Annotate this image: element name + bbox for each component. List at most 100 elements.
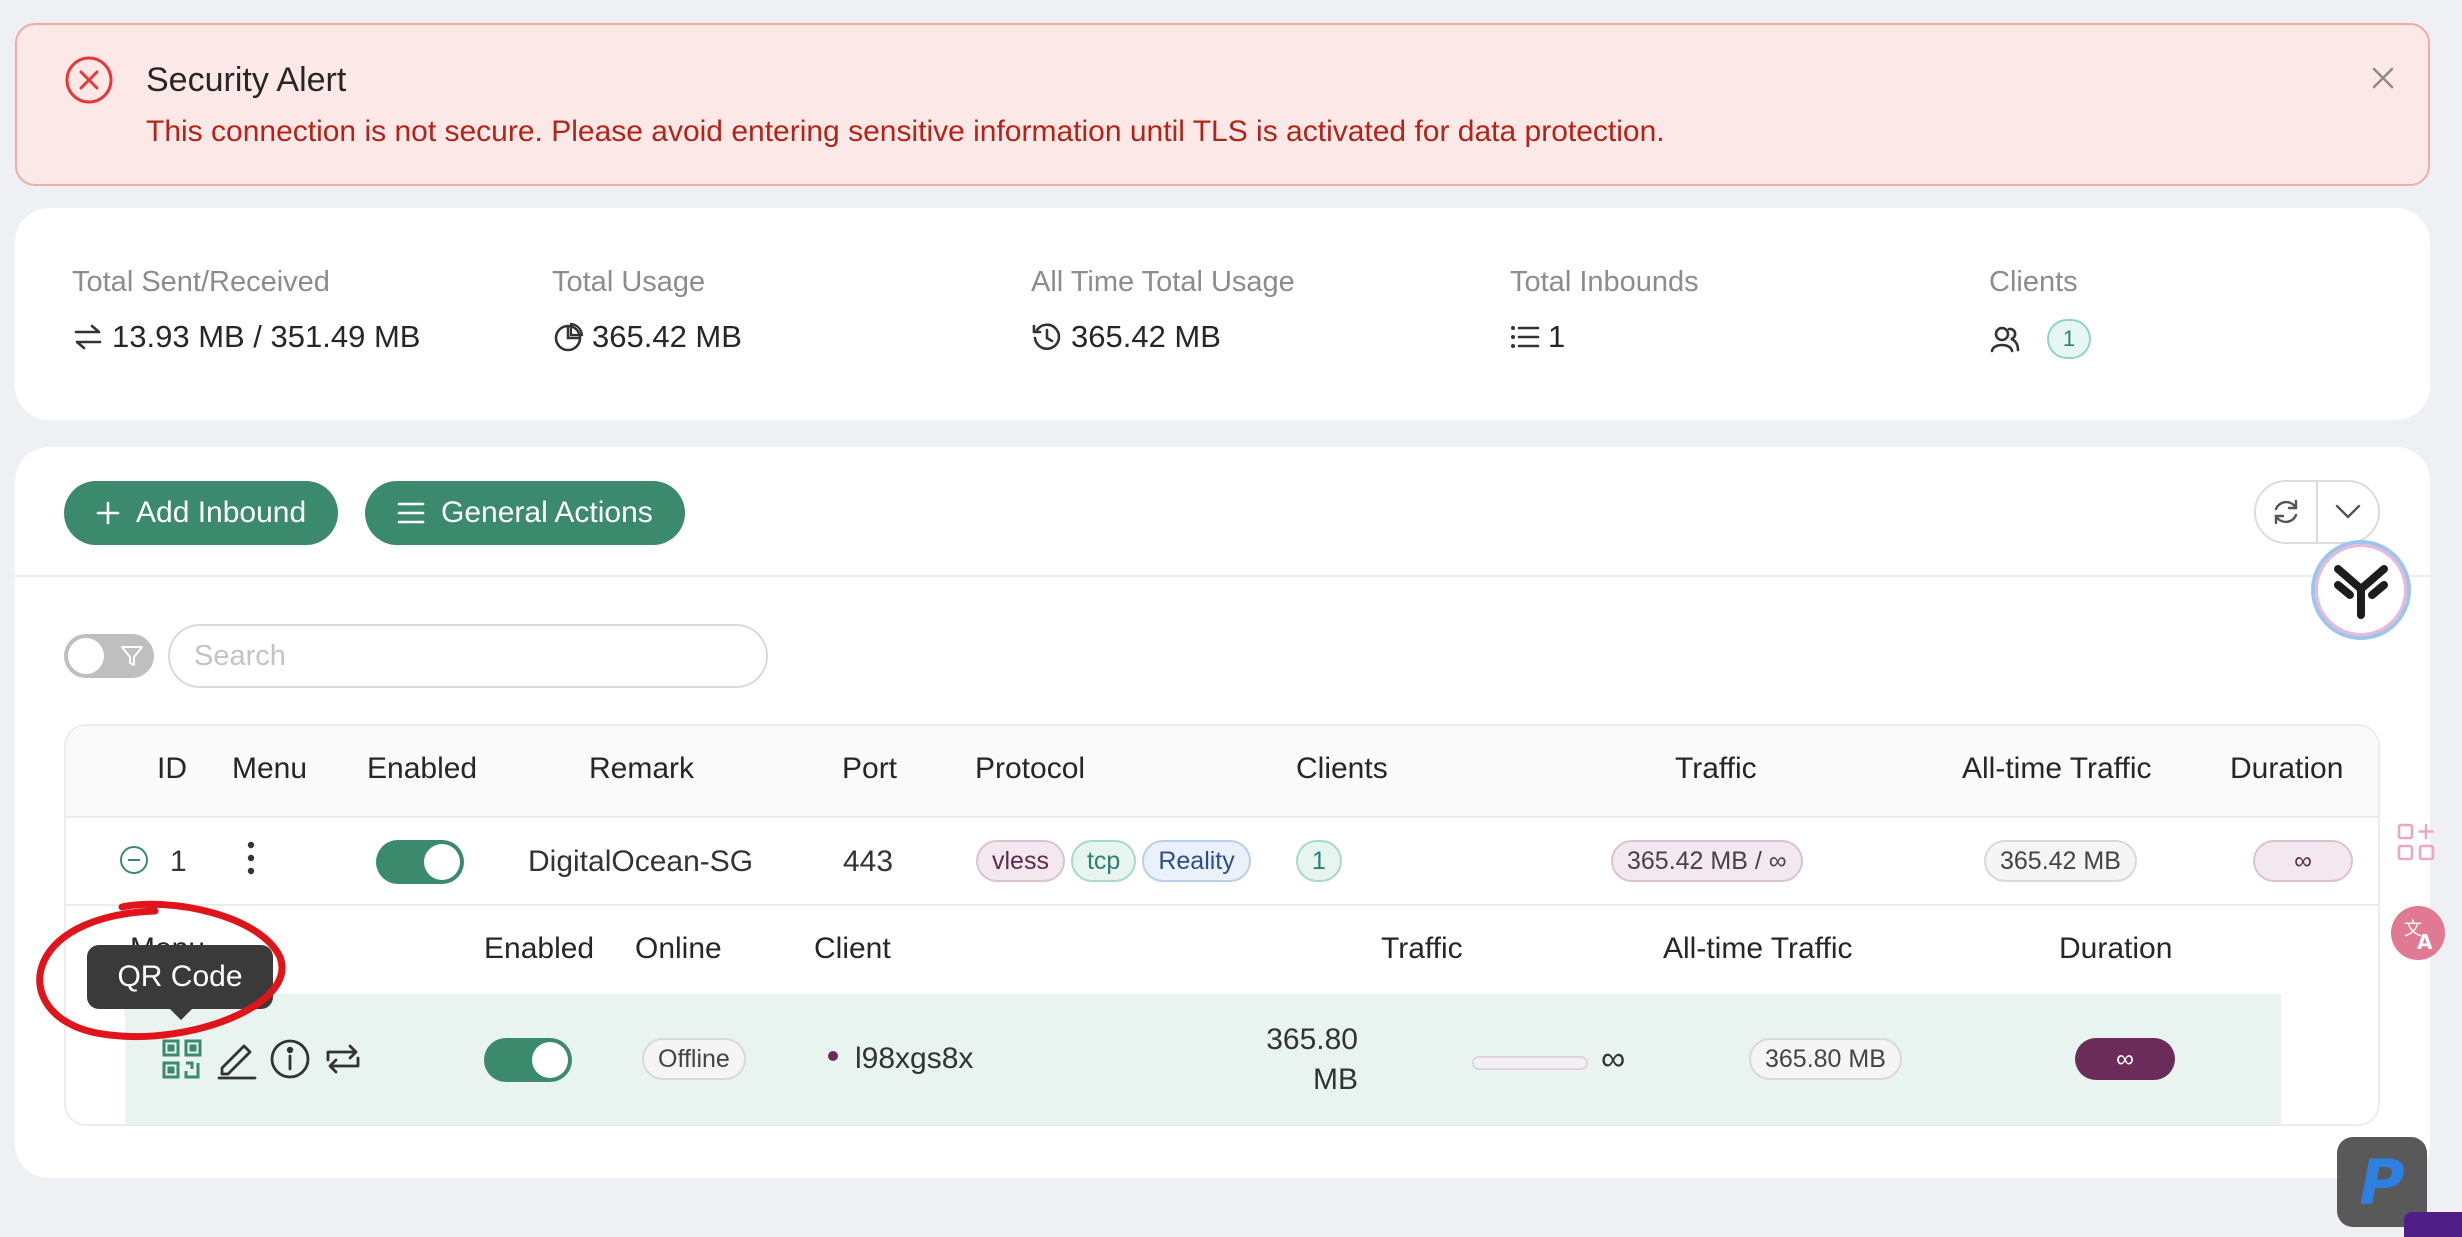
corner-widget[interactable] — [2404, 1212, 2462, 1237]
column-header-client: Client — [814, 932, 891, 965]
stat-total-usage: Total Usage 365.42 MB — [552, 266, 742, 355]
alert-message: This connection is not secure. Please av… — [146, 115, 1665, 148]
refresh-button[interactable] — [2256, 482, 2316, 542]
alert-title: Security Alert — [146, 61, 347, 99]
clients-count-badge: 1 — [2047, 319, 2091, 359]
svg-text:A: A — [2417, 930, 2433, 954]
history-icon — [1031, 321, 1063, 353]
traffic-used-unit: MB — [1313, 1063, 1358, 1096]
inbounds-table: ID Menu Enabled Remark Port Protocol Cli… — [64, 724, 2380, 1126]
stat-value: 13.93 MB / 351.49 MB — [112, 319, 421, 354]
stat-total-inbounds: Total Inbounds 1 — [1510, 266, 1699, 355]
assistant-logo-button[interactable] — [2311, 540, 2411, 640]
list-icon — [1510, 324, 1540, 350]
column-header-menu: Menu — [232, 752, 308, 785]
stat-label: Total Usage — [552, 266, 706, 298]
column-header-remark: Remark — [589, 752, 695, 785]
users-icon — [1989, 323, 2021, 355]
stat-value: 365.42 MB — [592, 319, 742, 354]
inbound-remark: DigitalOcean-SG — [528, 845, 754, 878]
client-duration-tag: ∞ — [2075, 1038, 2175, 1080]
general-actions-button[interactable]: General Actions — [365, 481, 685, 545]
translate-icon[interactable]: 文A — [2390, 905, 2446, 961]
column-header-online: Online — [635, 932, 722, 965]
error-circle-icon — [64, 55, 114, 105]
clients-count-badge: 1 — [1296, 840, 1342, 882]
column-header-port: Port — [842, 752, 898, 785]
retweet-icon — [322, 1038, 364, 1080]
close-icon[interactable] — [2370, 65, 2396, 91]
stat-label: Total Sent/Received — [72, 266, 330, 298]
qr-code-button[interactable] — [161, 1038, 203, 1080]
pie-chart-icon — [552, 321, 584, 353]
column-header-traffic: Traffic — [1675, 752, 1757, 785]
refresh-icon — [2271, 497, 2301, 527]
all-time-traffic-tag: 365.42 MB — [1984, 840, 2137, 882]
stats-card: Total Sent/Received 13.93 MB / 351.49 MB… — [15, 208, 2430, 420]
column-header-duration: Duration — [2059, 932, 2173, 965]
plus-icon — [96, 501, 120, 525]
client-row: Offline l98xgs8x 365.80 MB ∞ 365.80 MB ∞ — [125, 994, 2281, 1124]
reset-traffic-button[interactable] — [322, 1038, 364, 1080]
stat-clients: Clients 1 — [1989, 266, 2091, 359]
toolbar-divider — [15, 575, 2430, 577]
transport-tag: tcp — [1070, 840, 1137, 882]
client-enabled-switch[interactable] — [484, 1038, 572, 1082]
table-row: 1 DigitalOcean-SG 443 vless tcp Reality … — [66, 818, 2378, 906]
duration-tag: ∞ — [2253, 840, 2353, 882]
table-header: ID Menu Enabled Remark Port Protocol Cli… — [66, 726, 2378, 818]
add-inbound-label: Add Inbound — [136, 496, 307, 529]
qr-code-icon — [161, 1038, 203, 1080]
swap-icon — [72, 323, 104, 351]
status-dot — [828, 1051, 838, 1061]
apps-add-icon[interactable] — [2396, 822, 2436, 862]
stat-total-sent-received: Total Sent/Received 13.93 MB / 351.49 MB — [72, 266, 420, 355]
filter-icon — [120, 644, 144, 668]
traffic-limit: ∞ — [1601, 1040, 1626, 1078]
chevron-down-icon — [2335, 504, 2361, 520]
row-menu-button[interactable] — [246, 840, 256, 876]
inbound-enabled-switch[interactable] — [376, 840, 464, 884]
column-header-enabled: Enabled — [484, 932, 595, 965]
security-tag: Reality — [1142, 840, 1251, 882]
column-header-traffic: Traffic — [1381, 932, 1463, 965]
stat-all-time-total-usage: All Time Total Usage 365.42 MB — [1031, 266, 1295, 355]
stat-label: Clients — [1989, 266, 2078, 298]
stat-value: 1 — [1548, 319, 1566, 354]
traffic-used-value: 365.80 — [1266, 1023, 1358, 1056]
inbound-port: 443 — [843, 845, 894, 878]
refresh-options-dropdown[interactable] — [2316, 482, 2378, 542]
inbounds-card: Add Inbound General Actions ID Menu — [15, 447, 2430, 1178]
column-header-clients: Clients — [1296, 752, 1388, 785]
collapse-row-button[interactable] — [120, 846, 148, 874]
column-header-all-time-traffic: All-time Traffic — [1962, 752, 2152, 785]
menu-icon — [397, 501, 425, 525]
general-actions-label: General Actions — [441, 496, 653, 529]
more-vertical-icon — [246, 840, 256, 876]
traffic-tag: 365.42 MB / ∞ — [1611, 840, 1803, 882]
column-header-enabled: Enabled — [367, 752, 478, 785]
inbound-id: 1 — [170, 845, 187, 878]
clients-subtable-header: Menu Enabled Online Client Traffic All-t… — [66, 906, 2378, 994]
column-header-duration: Duration — [2230, 752, 2344, 785]
client-info-button[interactable] — [269, 1038, 311, 1080]
qr-code-tooltip: QR Code — [87, 945, 273, 1020]
column-header-protocol: Protocol — [975, 752, 1086, 785]
column-header-all-time-traffic: All-time Traffic — [1663, 932, 1853, 965]
protocol-tags: vless tcp Reality — [976, 840, 1251, 882]
logo-icon — [2330, 559, 2392, 621]
client-all-time-traffic-tag: 365.80 MB — [1749, 1038, 1902, 1080]
stat-value: 365.42 MB — [1071, 319, 1221, 354]
p-logo-icon: P — [2359, 1145, 2405, 1219]
edit-icon — [216, 1038, 258, 1080]
refresh-button-group — [2254, 480, 2380, 544]
security-alert: Security Alert This connection is not se… — [15, 23, 2430, 186]
search-input[interactable] — [168, 624, 768, 688]
filter-toggle[interactable] — [64, 634, 154, 678]
edit-client-button[interactable] — [216, 1038, 258, 1080]
online-status-tag: Offline — [642, 1038, 746, 1080]
add-inbound-button[interactable]: Add Inbound — [64, 481, 339, 545]
client-traffic-used: 365.80 MB — [1265, 1020, 1358, 1100]
column-header-id: ID — [157, 752, 187, 785]
stat-label: All Time Total Usage — [1031, 266, 1295, 298]
